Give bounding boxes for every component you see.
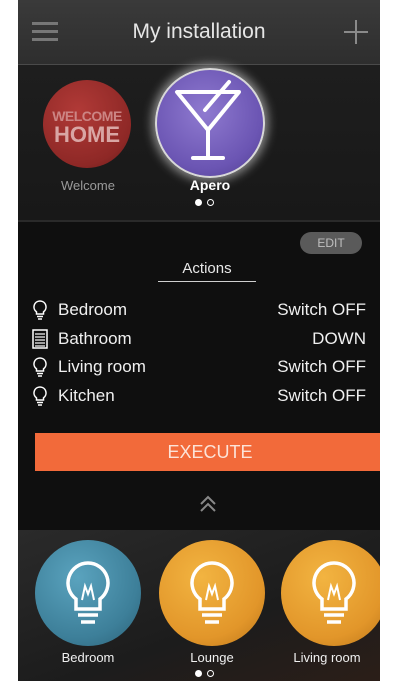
page-dot[interactable] (207, 670, 214, 677)
devices-page-indicator (195, 670, 214, 677)
page-dot-active[interactable] (195, 670, 202, 677)
welcome-badge-line2: HOME (54, 122, 120, 147)
add-plus-icon[interactable] (344, 20, 368, 44)
app-screen: My installation WELCOME HOME Welcome Ape… (18, 0, 380, 681)
action-value: Switch OFF (277, 385, 366, 405)
actions-title: Actions (158, 260, 256, 282)
top-bar: My installation (18, 0, 380, 65)
actions-panel: EDIT Actions Bedroom Switch OFF Bathroom… (18, 220, 380, 532)
scenario-welcome-button[interactable]: WELCOME HOME (43, 80, 131, 168)
page-dot[interactable] (207, 199, 214, 206)
edit-button[interactable]: EDIT (300, 232, 362, 254)
actions-list: Bedroom Switch OFF Bathroom DOWN Living … (32, 296, 380, 410)
scenario-carousel[interactable]: WELCOME HOME Welcome Apero (18, 65, 380, 220)
scenario-page-indicator (195, 199, 214, 206)
action-value: Switch OFF (277, 357, 366, 377)
bulb-icon (66, 561, 110, 624)
page-dot-active[interactable] (195, 199, 202, 206)
device-bedroom-label: Bedroom (61, 650, 115, 665)
action-row-kitchen[interactable]: Kitchen Switch OFF (32, 382, 380, 411)
cocktail-glass-icon (175, 80, 241, 160)
bulb-icon (33, 385, 47, 406)
bulb-icon (312, 561, 356, 624)
execute-button[interactable]: EXECUTE (35, 433, 380, 471)
device-living-room-button[interactable] (281, 540, 380, 646)
action-row-bedroom[interactable]: Bedroom Switch OFF (32, 296, 380, 325)
device-lounge-button[interactable] (159, 540, 265, 646)
action-value: DOWN (312, 328, 366, 348)
scenario-welcome-label: Welcome (61, 178, 115, 193)
page-title: My installation (132, 20, 266, 43)
double-chevron-up-icon[interactable] (199, 494, 217, 514)
device-living-room-label: Living room (293, 650, 361, 665)
action-row-bathroom[interactable]: Bathroom DOWN (32, 325, 380, 354)
scenario-apero-button[interactable] (155, 68, 265, 178)
shutter-icon (32, 329, 48, 349)
scenario-apero-label: Apero (189, 177, 231, 193)
device-bedroom-button[interactable] (35, 540, 141, 646)
devices-carousel[interactable]: Bedroom Lounge Living room (18, 530, 380, 681)
bulb-icon (33, 300, 47, 320)
bulb-icon (190, 561, 234, 624)
action-row-living-room[interactable]: Living room Switch OFF (32, 353, 380, 382)
action-value: Switch OFF (277, 300, 366, 320)
bulb-icon (33, 357, 47, 377)
device-lounge-label: Lounge (190, 650, 234, 665)
